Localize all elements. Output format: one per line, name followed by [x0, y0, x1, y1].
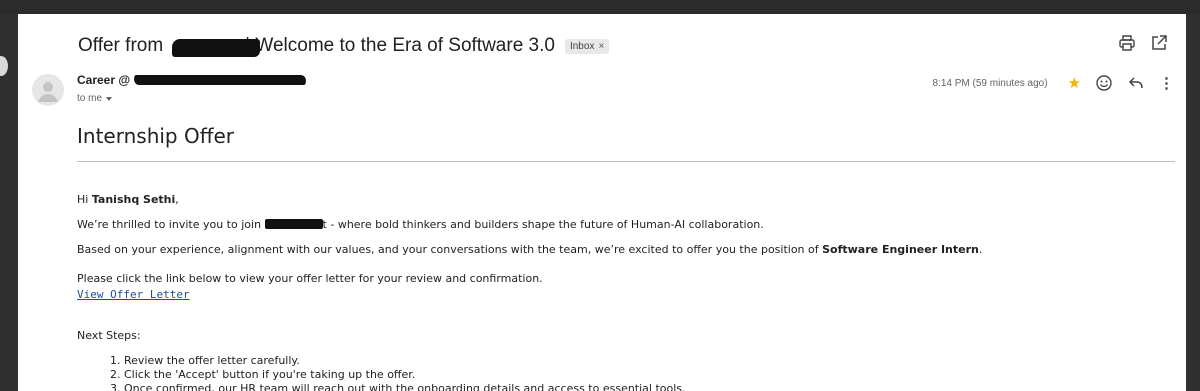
list-item: 3. Once confirmed, our HR team will reac…: [110, 382, 686, 391]
window-right-edge: [1186, 14, 1200, 391]
offer-suffix: .: [978, 243, 983, 256]
invite-line: We’re thrilled to invite you to join t -…: [77, 218, 764, 231]
default-avatar-icon[interactable]: [32, 74, 64, 106]
chevron-down-icon[interactable]: [106, 97, 113, 101]
sender-name[interactable]: Career @: [77, 73, 130, 87]
offer-prefix: Based on your experience, alignment with…: [77, 243, 819, 256]
inbox-label-chip[interactable]: Inbox ×: [564, 38, 610, 54]
view-offer-letter-link[interactable]: View Offer Letter: [77, 288, 190, 301]
left-edge-handle: [0, 56, 8, 76]
recipient-details-toggle[interactable]: to me: [77, 93, 113, 104]
email-view: Offer from | Welcome to the Era of Softwa…: [18, 14, 1186, 391]
star-icon[interactable]: ★: [1068, 76, 1081, 91]
invite-suffix: t - where bold thinkers and builders sha…: [322, 218, 764, 231]
offer-line: Based on your experience, alignment with…: [77, 243, 982, 256]
greeting-prefix: Hi: [77, 193, 89, 206]
window-left-edge: [0, 14, 18, 391]
reply-icon[interactable]: [1127, 74, 1145, 92]
subject-prefix: Offer from: [78, 35, 164, 56]
invite-prefix: We’re thrilled to invite you to join: [77, 218, 262, 231]
offered-role: Software Engineer Intern: [822, 243, 979, 256]
list-item: 1. Review the offer letter carefully.: [110, 354, 300, 367]
message-heading: Internship Offer: [77, 124, 1175, 162]
print-icon[interactable]: [1118, 34, 1136, 52]
sender-email-redaction: [133, 75, 307, 85]
subject-row: Offer from | Welcome to the Era of Softwa…: [78, 31, 610, 61]
window-top-bar: [0, 0, 1200, 14]
greeting-line: Hi Tanishq Sethi,: [77, 193, 179, 206]
next-steps-label: Next Steps:: [77, 329, 141, 342]
to-me-label: to me: [77, 93, 103, 104]
open-in-new-window-icon[interactable]: [1150, 34, 1168, 52]
remove-label-icon[interactable]: ×: [598, 41, 604, 52]
message-body: Internship Offer Hi Tanishq Sethi, We’re…: [77, 124, 1175, 391]
link-instruction: Please click the link below to view your…: [77, 272, 543, 285]
subject-redaction: [172, 39, 260, 57]
message-timestamp: 8:14 PM (59 minutes ago): [932, 77, 1048, 89]
subject-suffix: | Welcome to the Era of Software 3.0: [245, 35, 555, 56]
list-item: 2. Click the 'Accept' button if you're t…: [110, 368, 416, 381]
recipient-name: Tanishq Sethi: [91, 193, 176, 206]
subject-actions: [1118, 34, 1168, 52]
sender-row: Career @: [77, 73, 307, 87]
inbox-label-text: Inbox: [569, 40, 595, 52]
greeting-suffix: ,: [175, 193, 179, 206]
message-actions: 8:14 PM (59 minutes ago) ★ ⋮: [932, 74, 1174, 92]
next-steps-list: 1. Review the offer letter carefully. 2.…: [110, 354, 686, 391]
company-name-redaction: [264, 219, 323, 229]
email-subject: Offer from | Welcome to the Era of Softwa…: [78, 35, 555, 57]
more-vertical-icon[interactable]: ⋮: [1159, 76, 1174, 91]
emoji-reaction-icon[interactable]: [1095, 74, 1113, 92]
